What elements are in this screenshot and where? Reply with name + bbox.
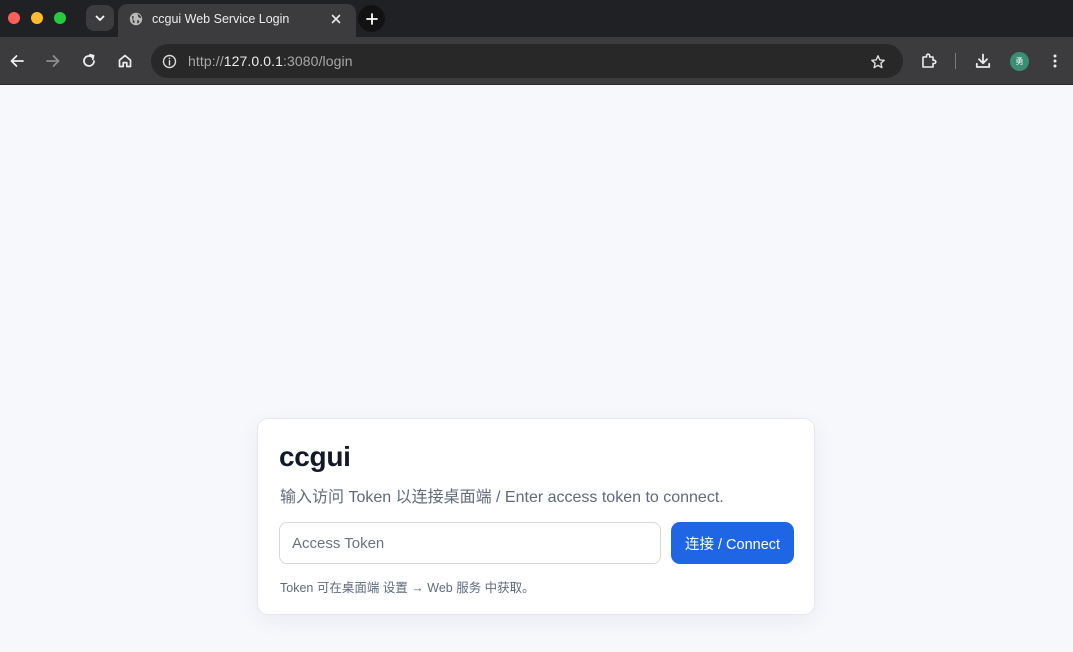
new-tab-button[interactable] <box>358 5 385 32</box>
back-arrow-icon <box>10 55 24 67</box>
extensions-button[interactable] <box>917 49 941 73</box>
globe-icon <box>129 12 143 26</box>
plus-icon <box>365 12 378 25</box>
window-zoom-button[interactable] <box>54 12 66 24</box>
bookmark-button[interactable] <box>868 52 888 72</box>
profile-avatar[interactable]: 勇 <box>1010 52 1029 71</box>
token-hint: Token 可在桌面端 设置 → Web 服务 中获取。 <box>280 581 535 595</box>
url-scheme: http:// <box>188 53 224 69</box>
url-host: 127.0.0.1 <box>223 53 284 69</box>
active-tab[interactable]: ccgui Web Service Login <box>118 4 356 37</box>
reload-icon <box>83 53 95 67</box>
extensions-icon <box>922 53 937 68</box>
toolbar-divider <box>955 53 956 69</box>
site-info-icon <box>162 54 176 68</box>
more-vert-icon <box>1053 54 1057 68</box>
chevron-down-icon <box>95 15 105 21</box>
login-title: ccgui <box>279 441 351 472</box>
url-text[interactable]: http://127.0.0.1:3080/login <box>188 53 353 69</box>
forward-arrow-icon <box>46 55 60 67</box>
url-path: :3080/login <box>283 53 353 69</box>
login-subtitle: 输入访问 Token 以连接桌面端 / Enter access token t… <box>280 489 724 506</box>
menu-button[interactable] <box>1043 49 1067 73</box>
download-icon <box>975 53 991 68</box>
address-bar[interactable]: http://127.0.0.1:3080/login <box>151 44 903 78</box>
reload-button[interactable] <box>77 49 101 73</box>
forward-button[interactable] <box>41 49 65 73</box>
close-icon <box>331 14 341 24</box>
window-minimize-button[interactable] <box>31 12 43 24</box>
tab-search-button[interactable] <box>86 5 114 31</box>
login-card: ccgui 输入访问 Token 以连接桌面端 / Enter access t… <box>257 418 815 615</box>
home-button[interactable] <box>113 49 137 73</box>
window-close-button[interactable] <box>8 12 20 24</box>
downloads-button[interactable] <box>971 49 995 73</box>
site-info-button[interactable] <box>159 51 179 71</box>
connect-button[interactable]: 连接 / Connect <box>671 522 794 564</box>
tab-title: ccgui Web Service Login <box>152 12 290 26</box>
star-icon <box>871 55 885 69</box>
browser-toolbar: http://127.0.0.1:3080/login 勇 <box>0 37 1073 85</box>
tab-close-button[interactable] <box>328 11 344 27</box>
page-content: ccgui 输入访问 Token 以连接桌面端 / Enter access t… <box>0 86 1073 652</box>
home-icon <box>118 54 132 68</box>
tab-strip: ccgui Web Service Login <box>0 0 1073 37</box>
back-button[interactable] <box>5 49 29 73</box>
access-token-input[interactable] <box>279 522 661 564</box>
